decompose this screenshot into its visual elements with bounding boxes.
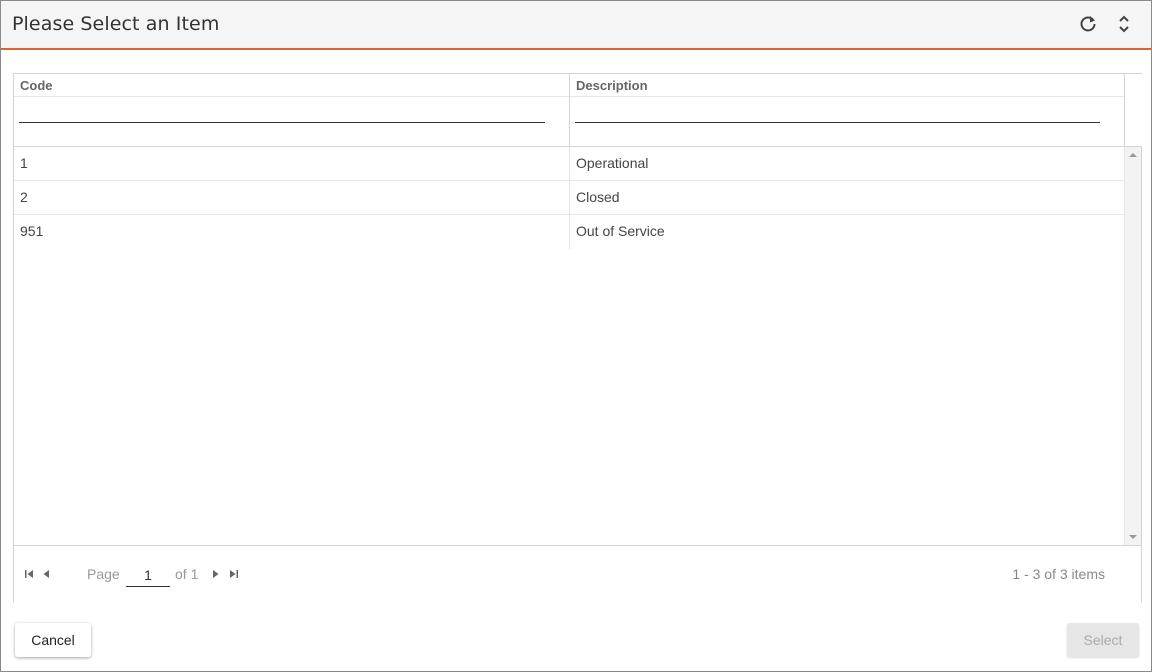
header-scrollbar-spacer [1124,74,1142,147]
filter-row-divider [14,96,569,97]
column-title-code: Code [20,78,53,93]
cell-code: 1 [20,155,28,171]
code-filter-input[interactable] [19,104,545,123]
filter-row-divider [570,96,1124,97]
expand-collapse-icon[interactable] [1112,12,1136,36]
pager: Page of 1 1 - 3 of 3 items [14,545,1141,602]
dialog-titlebar: Please Select an Item [1,1,1151,50]
last-page-icon[interactable] [228,568,240,580]
table-row[interactable]: 1 Operational [14,147,1124,181]
page-label: Page [87,566,120,582]
cell-description: Closed [576,189,620,205]
vertical-scrollbar[interactable] [1124,147,1141,545]
cell-description: Out of Service [576,223,665,239]
cell-description: Operational [576,155,649,171]
refresh-icon[interactable] [1076,12,1100,36]
table-row[interactable]: 951 Out of Service [14,215,1124,248]
select-item-dialog: Please Select an Item Code Description 1… [0,0,1152,672]
page-number-input[interactable] [126,564,170,587]
grid-header: Code Description [14,74,1124,147]
previous-page-icon[interactable] [40,568,52,580]
table-row[interactable]: 2 Closed [14,181,1124,215]
items-grid: Code Description 1 Operational 2 Closed [13,73,1142,602]
next-page-icon[interactable] [210,568,222,580]
description-filter-input[interactable] [575,104,1100,123]
grid-body: 1 Operational 2 Closed 951 Out of Servic… [14,147,1124,545]
cell-code: 951 [20,223,44,239]
cancel-button[interactable]: Cancel [15,623,91,657]
column-header-code[interactable]: Code [14,74,570,146]
page-count-label: of 1 [175,566,199,582]
dialog-title: Please Select an Item [12,13,220,35]
scroll-up-icon[interactable] [1129,153,1137,157]
scroll-down-icon[interactable] [1129,535,1137,539]
select-button[interactable]: Select [1067,623,1139,657]
first-page-icon[interactable] [23,568,35,580]
column-title-description: Description [576,78,648,93]
column-header-description[interactable]: Description [570,74,1124,146]
cell-code: 2 [20,189,28,205]
pager-info: 1 - 3 of 3 items [1012,566,1105,582]
